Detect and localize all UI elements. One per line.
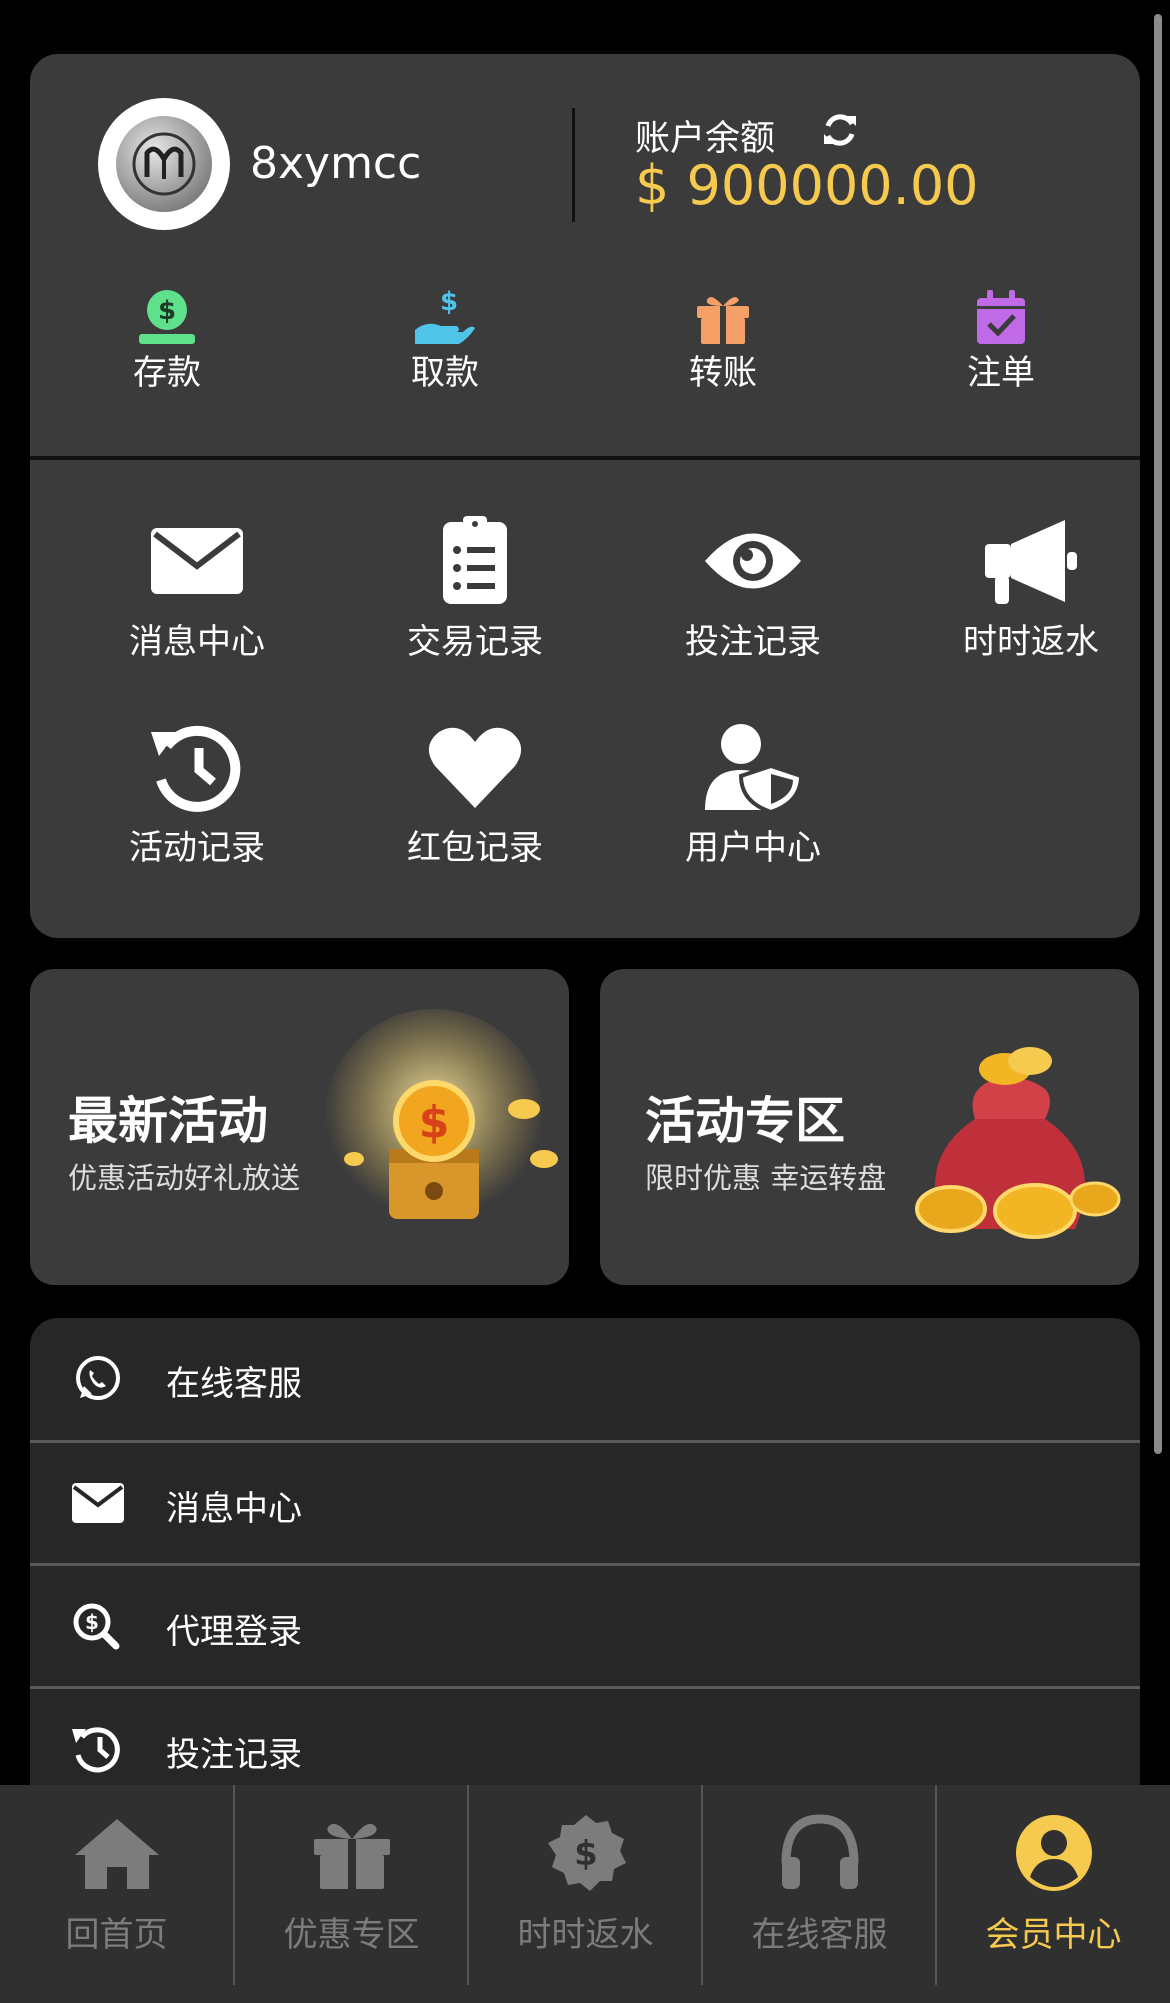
list-item-label: 在线客服 [166, 1364, 302, 1404]
svg-text:$: $ [440, 287, 458, 317]
quick-action-label: 存款 [133, 353, 201, 393]
svg-text:$: $ [419, 1097, 450, 1148]
list-item-messages[interactable]: 消息中心 [30, 1443, 1140, 1563]
clipboard-list-icon [443, 516, 507, 604]
menu-item-transactions[interactable]: 交易记录 [360, 516, 590, 664]
list-item-label: 代理登录 [166, 1612, 302, 1652]
headphones-icon [781, 1814, 858, 1889]
svg-text:$: $ [574, 1834, 598, 1874]
history-icon [72, 1727, 120, 1773]
menu-item-label: 用户中心 [685, 828, 821, 868]
treasure-chest-icon: $ [324, 1009, 558, 1229]
eye-icon [705, 533, 801, 589]
promo-title: 最新活动 [68, 1092, 268, 1150]
menu-grid-card: 消息中心 交易记录 投注记录 时时返水 活动记录 红包记录 用户中心 [30, 460, 1140, 938]
avatar[interactable] [98, 98, 230, 230]
whatsapp-icon [76, 1356, 120, 1400]
header-divider [572, 108, 575, 222]
username: 8xymcc [250, 138, 422, 189]
promo-subtitle: 优惠活动好礼放送 [68, 1161, 301, 1195]
menu-item-label: 活动记录 [129, 828, 265, 868]
withdraw-icon: $ [415, 287, 475, 344]
menu-item-label: 消息中心 [129, 622, 265, 662]
bottom-tab-bar: 回首页 优惠专区 $ 时时返水 在线客服 会员中心 [0, 1785, 1170, 2003]
history-icon [151, 725, 241, 812]
list-item-label: 消息中心 [166, 1489, 302, 1529]
promo-subtitle: 限时优惠 幸运转盘 [645, 1161, 887, 1195]
promo-title: 活动专区 [645, 1092, 845, 1150]
menu-item-label: 投注记录 [685, 622, 821, 662]
menu-item-rebate[interactable]: 时时返水 [916, 516, 1146, 664]
home-icon [74, 1819, 159, 1889]
megaphone-icon [985, 520, 1077, 604]
user-circle-icon [1015, 1815, 1092, 1891]
menu-item-label: 交易记录 [407, 622, 543, 662]
bet-slip-button[interactable]: 注单 [901, 286, 1101, 394]
promo-card-activity-zone[interactable]: 活动专区 限时优惠 幸运转盘 [600, 969, 1139, 1285]
menu-item-red-packet[interactable]: 红包记录 [360, 722, 590, 870]
tab-label: 在线客服 [751, 1915, 888, 1955]
tab-online-service[interactable]: 在线客服 [703, 1785, 936, 2003]
search-dollar-icon: $ [73, 1603, 120, 1650]
list-item-online-service[interactable]: 在线客服 [30, 1318, 1140, 1438]
deposit-button[interactable]: $ 存款 [67, 286, 267, 394]
tab-home[interactable]: 回首页 [0, 1785, 233, 2003]
tab-label: 会员中心 [985, 1915, 1122, 1955]
tab-promotions[interactable]: 优惠专区 [235, 1785, 468, 2003]
withdraw-button[interactable]: $ 取款 [345, 286, 545, 394]
user-shield-icon [705, 724, 803, 812]
dollar-badge-icon: $ [547, 1815, 626, 1891]
money-bag-icon [915, 1047, 1121, 1239]
quick-action-label: 取款 [411, 353, 479, 393]
menu-item-user-center[interactable]: 用户中心 [638, 722, 868, 870]
menu-item-label: 红包记录 [407, 828, 543, 868]
quick-action-label: 注单 [967, 353, 1035, 393]
svg-text:$: $ [158, 296, 176, 326]
menu-item-label: 时时返水 [963, 622, 1099, 662]
profile-card: 8xymcc 账户余额 $ 900000.00 $ 存款 $ 取款 转账 注单 [30, 54, 1140, 456]
scrollbar[interactable] [1154, 14, 1162, 1454]
envelope-icon [72, 1483, 124, 1523]
quick-action-label: 转账 [689, 353, 757, 393]
calendar-check-icon [977, 290, 1025, 344]
transfer-button[interactable]: 转账 [623, 286, 823, 394]
tab-label: 时时返水 [517, 1915, 654, 1955]
gift-transfer-icon [697, 297, 749, 344]
menu-item-bet-records[interactable]: 投注记录 [638, 516, 868, 664]
promo-card-latest-activity[interactable]: 最新活动 优惠活动好礼放送 $ [30, 969, 569, 1285]
list-item-label: 投注记录 [166, 1735, 302, 1775]
tab-member-center[interactable]: 会员中心 [937, 1785, 1170, 2003]
deposit-icon: $ [139, 290, 195, 344]
envelope-icon [151, 528, 243, 594]
list-item-agent-login[interactable]: $ 代理登录 [30, 1566, 1140, 1686]
tab-rebate[interactable]: $ 时时返水 [469, 1785, 702, 2003]
heart-icon [428, 727, 522, 808]
avatar-logo-icon [116, 116, 212, 212]
svg-text:$: $ [85, 1610, 99, 1634]
menu-item-activity-records[interactable]: 活动记录 [82, 722, 312, 870]
menu-item-messages[interactable]: 消息中心 [82, 516, 312, 664]
refresh-icon[interactable] [820, 110, 860, 150]
gift-icon [313, 1823, 390, 1889]
tab-label: 回首页 [65, 1915, 168, 1955]
settings-list: 在线客服 消息中心 $ 代理登录 投注记录 [30, 1318, 1140, 1808]
tab-label: 优惠专区 [283, 1915, 420, 1955]
balance-amount: $ 900000.00 [635, 154, 979, 217]
